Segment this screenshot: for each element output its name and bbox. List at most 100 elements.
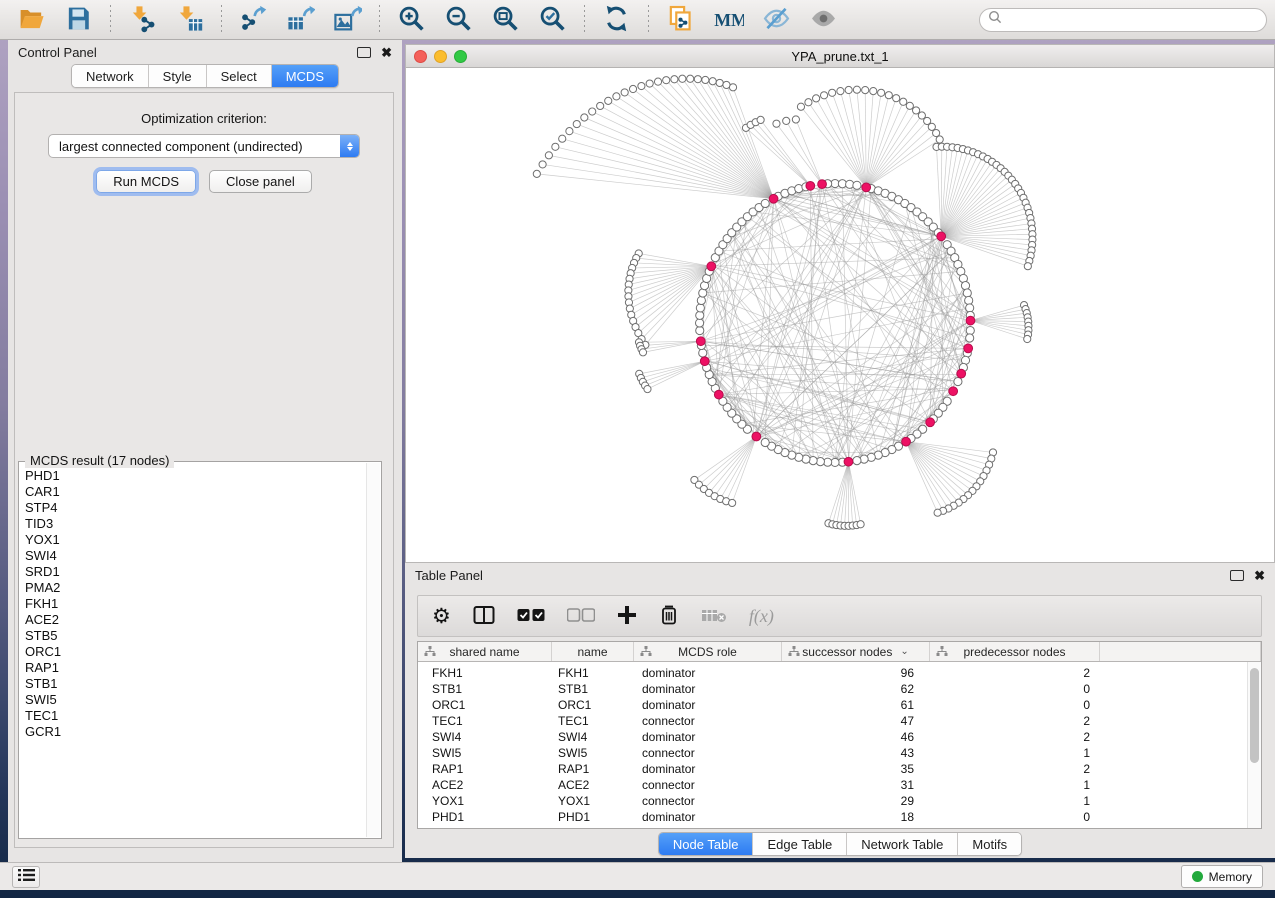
fan-node[interactable] [885, 92, 892, 99]
mcds-result-item[interactable]: STB1 [20, 676, 367, 692]
ring-node[interactable] [699, 349, 707, 357]
table-row[interactable]: STB1STB1dominator620 [418, 681, 1261, 697]
zoom-selected-button[interactable] [532, 2, 573, 38]
save-session-button[interactable] [58, 2, 99, 38]
table-row[interactable]: RAP1RAP1dominator352 [418, 761, 1261, 777]
fan-node[interactable] [581, 114, 588, 121]
mcds-result-item[interactable]: SRD1 [20, 564, 367, 580]
mcds-result-item[interactable]: SWI5 [20, 692, 367, 708]
fan-node[interactable] [716, 79, 723, 86]
ring-node[interactable] [954, 377, 962, 385]
ring-node[interactable] [696, 311, 704, 319]
fan-node[interactable] [646, 80, 653, 87]
mcds-dominator-node[interactable] [926, 418, 935, 427]
column-header-name[interactable]: name [552, 642, 634, 661]
fan-node[interactable] [654, 78, 661, 85]
fan-node[interactable] [813, 95, 820, 102]
first-neighbors-button[interactable]: MM [707, 2, 750, 38]
mcds-dominator-node[interactable] [707, 262, 716, 271]
task-history-button[interactable] [12, 866, 40, 888]
ring-node[interactable] [965, 296, 973, 304]
tab-edge-table[interactable]: Edge Table [753, 833, 847, 855]
fan-node[interactable] [613, 93, 620, 100]
open-file-button[interactable] [11, 2, 52, 38]
close-panel-button[interactable]: Close panel [209, 170, 312, 193]
fan-node[interactable] [906, 102, 913, 109]
fan-node[interactable] [893, 95, 900, 102]
ring-node[interactable] [853, 181, 861, 189]
mcds-result-item[interactable]: RAP1 [20, 660, 367, 676]
gear-button[interactable]: ⚙ [432, 606, 451, 627]
fan-node[interactable] [870, 88, 877, 95]
table-row[interactable]: ACE2ACE2connector311 [418, 777, 1261, 793]
mcds-dominator-node[interactable] [964, 344, 973, 353]
tab-select[interactable]: Select [207, 65, 272, 87]
mcds-dominator-node[interactable] [714, 390, 723, 399]
tab-network[interactable]: Network [72, 65, 149, 87]
fan-node[interactable] [878, 89, 885, 96]
table-scrollbar[interactable] [1247, 662, 1261, 828]
mcds-dominator-node[interactable] [752, 432, 761, 441]
mcds-dominator-node[interactable] [949, 387, 958, 396]
ring-node[interactable] [761, 199, 769, 207]
fan-node[interactable] [792, 116, 799, 123]
mcds-result-item[interactable]: SWI4 [20, 548, 367, 564]
run-mcds-button[interactable]: Run MCDS [96, 170, 196, 193]
mcds-dominator-node[interactable] [862, 183, 871, 192]
table-row[interactable]: PHD1PHD1dominator180 [418, 809, 1261, 825]
fan-node[interactable] [936, 136, 943, 143]
mcds-result-item[interactable]: YOX1 [20, 532, 367, 548]
mcds-result-item[interactable]: STP4 [20, 500, 367, 516]
tab-style[interactable]: Style [149, 65, 207, 87]
table-row[interactable]: FKH1FKH1dominator962 [418, 665, 1261, 681]
fan-node[interactable] [638, 82, 645, 89]
fan-node[interactable] [900, 98, 907, 105]
fan-node[interactable] [629, 85, 636, 92]
mcds-dominator-node[interactable] [700, 357, 709, 366]
fan-node[interactable] [729, 499, 736, 506]
deselect-all-button[interactable] [567, 608, 595, 625]
mcds-result-item[interactable]: ORC1 [20, 644, 367, 660]
fan-node[interactable] [566, 128, 573, 135]
export-network-button[interactable] [233, 2, 274, 38]
column-header-MCDS-role[interactable]: MCDS role [634, 642, 782, 661]
refresh-button[interactable] [596, 2, 637, 38]
ring-node[interactable] [697, 296, 705, 304]
network-canvas[interactable] [406, 68, 1274, 563]
table-row[interactable]: SWI5SWI5connector431 [418, 745, 1261, 761]
mcds-result-item[interactable]: STB5 [20, 628, 367, 644]
memory-button[interactable]: Memory [1181, 865, 1263, 888]
fan-node[interactable] [709, 78, 716, 85]
search-input[interactable] [1008, 12, 1258, 28]
fan-node[interactable] [694, 76, 701, 83]
float-icon[interactable] [1230, 570, 1244, 581]
fan-node[interactable] [913, 107, 920, 114]
mcds-dominator-node[interactable] [696, 337, 705, 346]
fan-node[interactable] [1024, 335, 1031, 342]
fan-node[interactable] [845, 86, 852, 93]
fan-node[interactable] [1024, 263, 1031, 270]
zoom-in-button[interactable] [391, 2, 432, 38]
export-table-button[interactable] [280, 2, 321, 38]
fan-node[interactable] [783, 117, 790, 124]
fan-node[interactable] [797, 103, 804, 110]
delete-column-button[interactable] [659, 604, 679, 628]
mcds-result-item[interactable]: ACE2 [20, 612, 367, 628]
fan-node[interactable] [597, 102, 604, 109]
mcds-list-scrollbar[interactable] [366, 463, 380, 837]
ring-node[interactable] [963, 289, 971, 297]
mcds-result-item[interactable]: TID3 [20, 516, 367, 532]
fan-node[interactable] [757, 116, 764, 123]
fan-node[interactable] [671, 76, 678, 83]
fan-node[interactable] [837, 88, 844, 95]
fan-node[interactable] [934, 509, 941, 516]
table-row[interactable]: SWI4SWI4dominator462 [418, 729, 1261, 745]
fan-node[interactable] [539, 161, 546, 168]
fan-node[interactable] [687, 75, 694, 82]
fan-node[interactable] [533, 170, 540, 177]
ring-node[interactable] [695, 319, 703, 327]
fan-node[interactable] [862, 87, 869, 94]
ring-node[interactable] [961, 282, 969, 290]
fan-node[interactable] [679, 75, 686, 82]
add-column-button[interactable] [617, 605, 637, 628]
